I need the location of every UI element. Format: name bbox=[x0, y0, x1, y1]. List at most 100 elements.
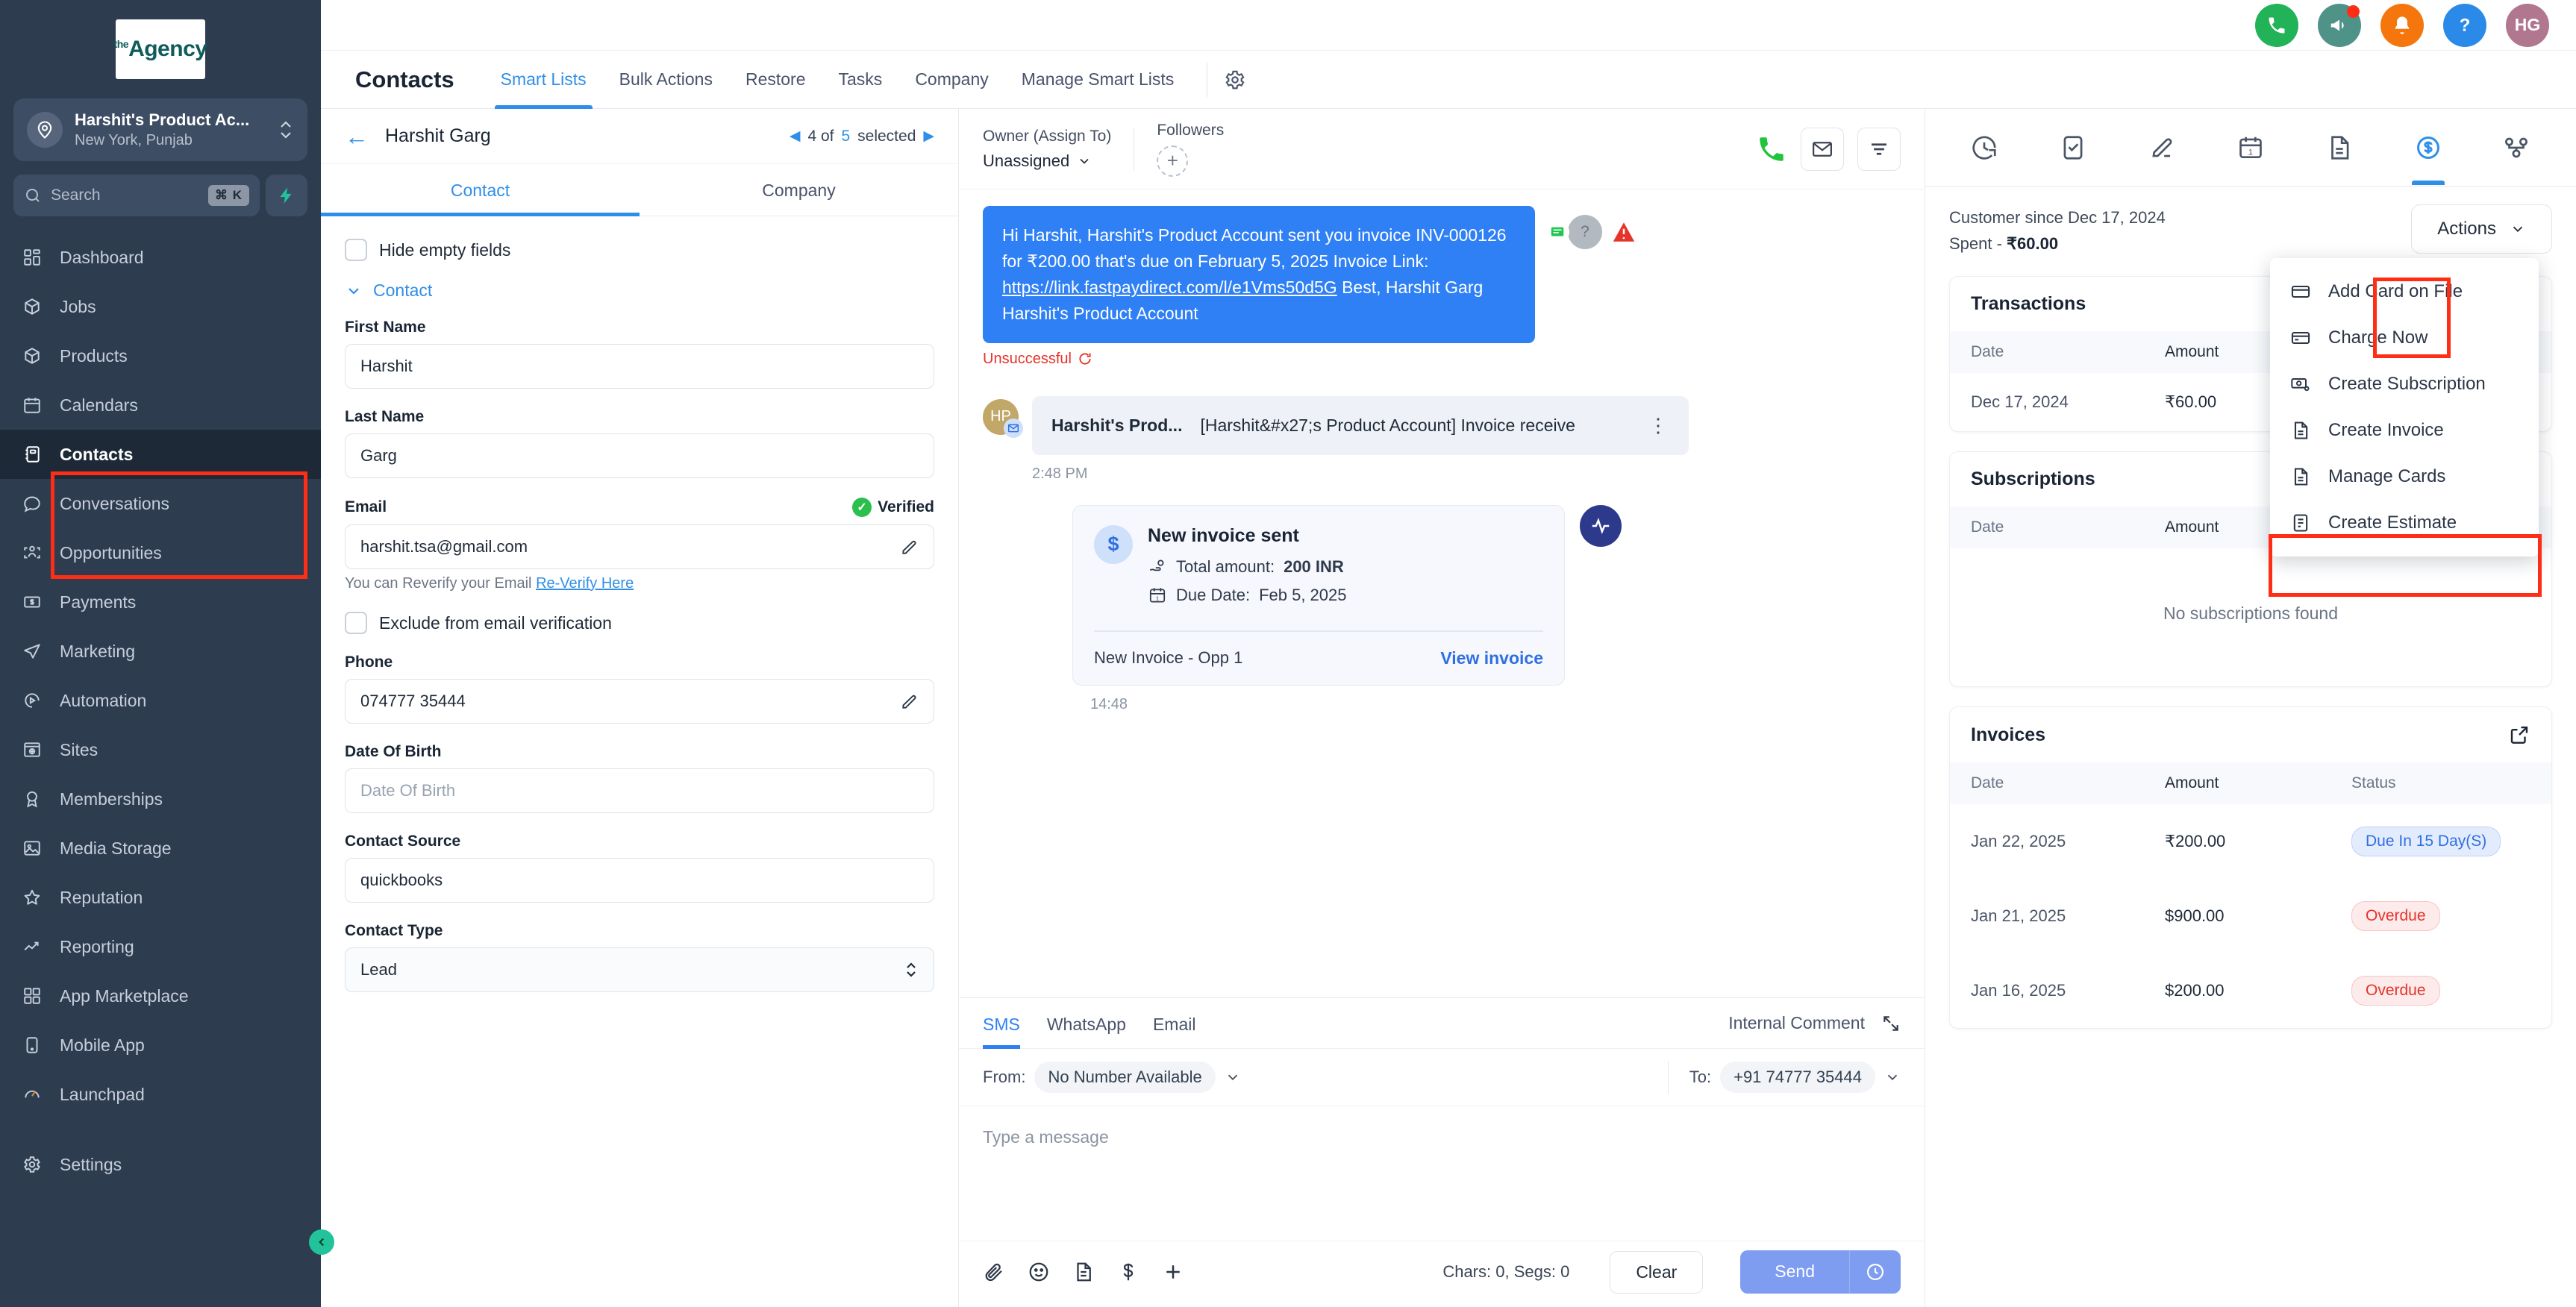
menu-item-add-card-on-file[interactable]: Add Card on File bbox=[2270, 269, 2539, 315]
account-switcher[interactable]: Harshit's Product Ac... New York, Punjab bbox=[13, 98, 307, 161]
tab-smart-lists[interactable]: Smart Lists bbox=[484, 51, 603, 109]
announcements-button[interactable] bbox=[2318, 4, 2361, 47]
date-of-birth-input[interactable]: Date Of Birth bbox=[345, 768, 934, 813]
payment-icon[interactable] bbox=[1117, 1261, 1139, 1283]
tab-manage-smart-lists[interactable]: Manage Smart Lists bbox=[1005, 51, 1191, 109]
menu-item-create-invoice[interactable]: Create Invoice bbox=[2270, 407, 2539, 454]
last-name-input[interactable]: Garg bbox=[345, 433, 934, 478]
owner-select[interactable]: Unassigned bbox=[983, 151, 1111, 171]
phone-button[interactable] bbox=[2255, 4, 2298, 47]
email-button[interactable] bbox=[1801, 128, 1844, 171]
rp-tab-tasks[interactable] bbox=[2040, 110, 2106, 185]
rp-tab-history[interactable] bbox=[1951, 110, 2017, 185]
prev-contact-button[interactable]: ◀ bbox=[790, 128, 801, 145]
sidebar-item-automation[interactable]: Automation bbox=[0, 676, 321, 725]
invoice-link[interactable]: https://link.fastpaydirect.com/l/e1Vms50… bbox=[1002, 278, 1337, 297]
menu-item-create-estimate[interactable]: Create Estimate bbox=[2270, 500, 2539, 546]
table-row[interactable]: Jan 22, 2025 ₹200.00 Due In 15 Day(S) bbox=[1950, 804, 2551, 879]
plus-icon[interactable] bbox=[1162, 1261, 1184, 1283]
first-name-input[interactable]: Harshit bbox=[345, 344, 934, 389]
exclude-verification-checkbox[interactable] bbox=[345, 612, 367, 634]
tab-tasks[interactable]: Tasks bbox=[822, 51, 899, 109]
exclude-verification-row[interactable]: Exclude from email verification bbox=[345, 612, 934, 634]
rp-tab-notes[interactable] bbox=[2129, 110, 2195, 185]
hide-empty-fields-checkbox[interactable] bbox=[345, 239, 367, 261]
retry-icon[interactable] bbox=[1078, 351, 1092, 366]
phone-input[interactable]: 074777 35444 bbox=[345, 679, 934, 724]
to-value[interactable]: +91 74777 35444 bbox=[1720, 1062, 1875, 1093]
subtab-company[interactable]: Company bbox=[640, 164, 958, 216]
expand-composer-icon[interactable] bbox=[1881, 1014, 1901, 1033]
sidebar-item-jobs[interactable]: Jobs bbox=[0, 282, 321, 331]
emoji-icon[interactable] bbox=[1028, 1261, 1050, 1283]
edit-pencil-icon[interactable] bbox=[899, 537, 919, 557]
sidebar-item-memberships[interactable]: Memberships bbox=[0, 774, 321, 824]
help-button[interactable]: ? bbox=[2443, 4, 2486, 47]
more-options-icon[interactable]: ⋮ bbox=[1648, 414, 1669, 437]
sidebar-item-mobile-app[interactable]: Mobile App bbox=[0, 1021, 321, 1070]
open-external-icon[interactable] bbox=[2508, 724, 2530, 746]
contact-source-input[interactable]: quickbooks bbox=[345, 858, 934, 903]
sidebar-item-media-storage[interactable]: Media Storage bbox=[0, 824, 321, 873]
email-preview-card[interactable]: Harshit's Prod... [Harshit&#x27;s Produc… bbox=[1032, 396, 1689, 455]
contact-section-header[interactable]: Contact bbox=[345, 280, 934, 301]
user-avatar[interactable]: HG bbox=[2506, 4, 2549, 47]
menu-item-charge-now[interactable]: Charge Now bbox=[2270, 315, 2539, 361]
template-icon[interactable] bbox=[1072, 1261, 1095, 1283]
sidebar-item-app-marketplace[interactable]: App Marketplace bbox=[0, 971, 321, 1021]
from-value[interactable]: No Number Available bbox=[1034, 1062, 1215, 1093]
next-contact-button[interactable]: ▶ bbox=[923, 128, 934, 145]
sidebar-item-marketing[interactable]: Marketing bbox=[0, 627, 321, 676]
message-input[interactable]: Type a message bbox=[959, 1106, 1925, 1241]
table-row[interactable]: Jan 21, 2025 $900.00 Overdue bbox=[1950, 879, 2551, 953]
internal-comment-button[interactable]: Internal Comment bbox=[1728, 1013, 1865, 1033]
filter-button[interactable] bbox=[1857, 128, 1901, 171]
clear-button[interactable]: Clear bbox=[1610, 1251, 1703, 1294]
menu-item-create-subscription[interactable]: Create Subscription bbox=[2270, 361, 2539, 407]
sidebar-item-payments[interactable]: Payments bbox=[0, 577, 321, 627]
attachment-icon[interactable] bbox=[983, 1261, 1005, 1283]
back-arrow-icon[interactable]: ← bbox=[345, 125, 369, 148]
add-follower-button[interactable]: + bbox=[1157, 145, 1188, 177]
subtab-contact[interactable]: Contact bbox=[321, 164, 640, 216]
rp-tab-documents[interactable] bbox=[2307, 110, 2372, 185]
sidebar-item-sites[interactable]: Sites bbox=[0, 725, 321, 774]
edit-pencil-icon[interactable] bbox=[899, 692, 919, 711]
sidebar-item-settings[interactable]: Settings bbox=[0, 1140, 321, 1189]
composer-tab-whatsapp[interactable]: WhatsApp bbox=[1034, 998, 1139, 1048]
sidebar-item-calendars[interactable]: Calendars bbox=[0, 380, 321, 430]
contact-type-select[interactable]: Lead bbox=[345, 947, 934, 992]
reverify-link[interactable]: Re-Verify Here bbox=[536, 575, 634, 592]
rp-tab-associations[interactable] bbox=[2483, 110, 2549, 185]
view-invoice-link[interactable]: View invoice bbox=[1440, 648, 1543, 668]
notifications-button[interactable] bbox=[2380, 4, 2424, 47]
composer-tab-sms[interactable]: SMS bbox=[983, 998, 1034, 1048]
call-button[interactable] bbox=[1756, 134, 1787, 165]
actions-button[interactable]: Actions bbox=[2411, 204, 2552, 254]
rp-tab-payments[interactable] bbox=[2395, 110, 2461, 185]
sidebar-item-conversations[interactable]: Conversations bbox=[0, 479, 321, 528]
tab-company[interactable]: Company bbox=[898, 51, 1004, 109]
sidebar-item-dashboard[interactable]: Dashboard bbox=[0, 233, 321, 282]
sidebar-item-reporting[interactable]: Reporting bbox=[0, 922, 321, 971]
email-input[interactable]: harshit.tsa@gmail.com bbox=[345, 524, 934, 569]
tab-restore[interactable]: Restore bbox=[729, 51, 822, 109]
tab-bulk-actions[interactable]: Bulk Actions bbox=[603, 51, 729, 109]
composer-tab-email[interactable]: Email bbox=[1139, 998, 1210, 1048]
to-chevron-down-icon[interactable] bbox=[1884, 1069, 1901, 1085]
from-chevron-down-icon[interactable] bbox=[1225, 1069, 1241, 1085]
rp-tab-appointments[interactable]: 1 bbox=[2218, 110, 2283, 185]
sidebar-item-opportunities[interactable]: Opportunities bbox=[0, 528, 321, 577]
quick-actions-button[interactable] bbox=[266, 175, 307, 216]
send-button[interactable]: Send bbox=[1740, 1250, 1849, 1294]
settings-gear-button[interactable] bbox=[1224, 69, 1246, 91]
hide-empty-fields-row[interactable]: Hide empty fields bbox=[345, 239, 934, 261]
table-row[interactable]: Jan 16, 2025 $200.00 Overdue bbox=[1950, 953, 2551, 1028]
sidebar-item-reputation[interactable]: Reputation bbox=[0, 873, 321, 922]
schedule-send-button[interactable] bbox=[1849, 1250, 1901, 1294]
sidebar-collapse-button[interactable] bbox=[309, 1229, 334, 1255]
sidebar-item-contacts[interactable]: Contacts bbox=[0, 430, 321, 479]
sidebar-item-products[interactable]: Products bbox=[0, 331, 321, 380]
menu-item-manage-cards[interactable]: Manage Cards bbox=[2270, 454, 2539, 500]
sidebar-item-launchpad[interactable]: Launchpad bbox=[0, 1070, 321, 1119]
